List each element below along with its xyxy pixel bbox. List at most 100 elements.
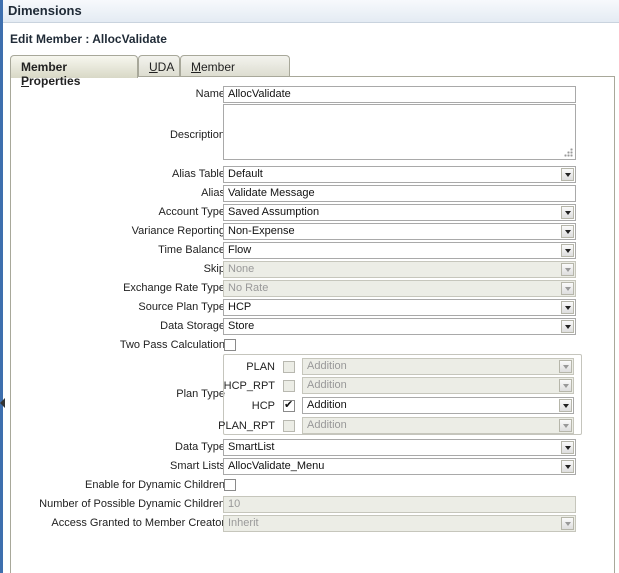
chevron-down-icon[interactable] — [561, 263, 574, 276]
smart-lists-value: AllocValidate_Menu — [228, 460, 325, 472]
tab-label: roperties — [29, 74, 81, 88]
dimensions-header: Dimensions — [3, 0, 619, 23]
chevron-down-icon[interactable] — [561, 206, 574, 219]
chevron-down-icon[interactable] — [561, 244, 574, 257]
plan-type-plan-checkbox[interactable] — [283, 361, 295, 373]
name-label: Name — [195, 88, 225, 100]
smart-lists-label: Smart Lists — [169, 460, 225, 472]
plan-type-item-plan: PLAN Addition — [224, 358, 583, 376]
variance-reporting-row: Variance Reporting Non-Expense — [10, 223, 615, 241]
plan-type-group: PLAN Addition HCP_RPT Addition HCP Addit… — [218, 354, 583, 435]
chevron-down-icon[interactable] — [559, 419, 572, 432]
chevron-down-icon[interactable] — [561, 301, 574, 314]
tab-label-mnemonic: P — [21, 74, 30, 88]
data-type-select[interactable]: SmartList — [223, 439, 576, 456]
alias-field[interactable]: Validate Message — [223, 185, 576, 202]
chevron-down-icon[interactable] — [561, 225, 574, 238]
source-plan-type-select[interactable]: HCP — [223, 299, 576, 316]
smart-lists-select[interactable]: AllocValidate_Menu — [223, 458, 576, 475]
chevron-down-icon[interactable] — [559, 379, 572, 392]
tab-uda[interactable]: UDA — [138, 55, 180, 77]
source-plan-type-label: Source Plan Type — [138, 301, 225, 313]
chevron-down-icon[interactable] — [561, 168, 574, 181]
plan-type-name: PLAN — [246, 361, 275, 373]
num-dynamic-children-label: Number of Possible Dynamic Children — [39, 498, 225, 510]
plan-type-hcp-checkbox[interactable] — [283, 398, 295, 412]
description-row: Description — [10, 104, 615, 162]
description-textarea[interactable] — [223, 104, 576, 160]
skip-row: Skip None — [10, 261, 615, 279]
chevron-down-icon[interactable] — [561, 282, 574, 295]
alias-row: Alias Validate Message — [10, 185, 615, 203]
variance-reporting-value: Non-Expense — [228, 225, 295, 237]
exchange-rate-type-row: Exchange Rate Type No Rate — [10, 280, 615, 298]
two-pass-checkbox[interactable] — [224, 339, 236, 351]
tab-label: Member — [21, 60, 68, 74]
consolidation-value: Addition — [307, 360, 347, 372]
dynamic-children-checkbox[interactable] — [224, 479, 236, 491]
chevron-down-icon[interactable] — [561, 320, 574, 333]
consolidation-value: Addition — [307, 399, 347, 411]
page-title: Dimensions — [8, 3, 82, 18]
time-balance-select[interactable]: Flow — [223, 242, 576, 259]
source-plan-type-row: Source Plan Type HCP — [10, 299, 615, 317]
two-pass-label: Two Pass Calculation — [119, 339, 225, 351]
chevron-down-icon[interactable] — [561, 441, 574, 454]
alias-table-select[interactable]: Default — [223, 166, 576, 183]
chevron-down-icon[interactable] — [559, 360, 572, 373]
account-type-label: Account Type — [158, 206, 225, 218]
edit-member-title: Edit Member : AllocValidate — [10, 32, 167, 46]
time-balance-value: Flow — [228, 244, 252, 256]
chevron-down-icon[interactable] — [561, 460, 574, 473]
tab-member-properties[interactable]: Member Properties — [10, 55, 138, 88]
plan-type-label: Plan Type — [176, 388, 225, 400]
plan-type-item-hcp-rpt: HCP_RPT Addition — [224, 377, 583, 395]
time-balance-row: Time Balance Flow — [10, 242, 615, 260]
alias-table-value: Default — [228, 168, 263, 180]
plan-type-hcp-consolidation-select[interactable]: Addition — [302, 397, 574, 414]
data-type-label: Data Type — [175, 441, 225, 453]
access-granted-select[interactable]: Inherit — [223, 515, 576, 532]
arrow-left-icon[interactable] — [0, 398, 5, 408]
plan-type-hcp-rpt-checkbox[interactable] — [283, 380, 295, 392]
exchange-rate-type-value: No Rate — [228, 282, 269, 294]
access-granted-label: Access Granted to Member Creator — [51, 517, 225, 529]
left-panel-edge — [0, 0, 3, 573]
tab-member-formula[interactable]: Member Formula — [180, 55, 290, 88]
two-pass-row: Two Pass Calculation — [10, 337, 615, 355]
chevron-down-icon[interactable] — [559, 399, 572, 412]
skip-select[interactable]: None — [223, 261, 576, 278]
account-type-value: Saved Assumption — [228, 206, 320, 218]
data-storage-select[interactable]: Store — [223, 318, 576, 335]
plan-type-plan-rpt-checkbox[interactable] — [283, 420, 295, 432]
consolidation-value: Addition — [307, 379, 347, 391]
access-granted-row: Access Granted to Member Creator Inherit — [10, 515, 615, 533]
plan-type-hcp-rpt-consolidation-select[interactable]: Addition — [302, 377, 574, 394]
data-storage-row: Data Storage Store — [10, 318, 615, 336]
name-row: Name AllocValidate — [10, 86, 615, 104]
alias-table-label: Alias Table — [172, 168, 225, 180]
dynamic-children-row: Enable for Dynamic Children — [10, 477, 615, 495]
name-field[interactable]: AllocValidate — [223, 86, 576, 103]
plan-type-name: HCP — [251, 400, 275, 412]
tab-label: DA — [157, 60, 175, 74]
plan-type-plan-consolidation-select[interactable]: Addition — [302, 358, 574, 375]
alias-label: Alias — [201, 187, 225, 199]
plan-type-plan-rpt-consolidation-select[interactable]: Addition — [302, 417, 574, 434]
data-type-value: SmartList — [228, 441, 275, 453]
plan-type-item-plan-rpt: PLAN_RPT Addition — [218, 417, 583, 435]
variance-reporting-select[interactable]: Non-Expense — [223, 223, 576, 240]
num-dynamic-children-row: Number of Possible Dynamic Children 10 — [10, 496, 615, 514]
plan-type-name: PLAN_RPT — [218, 420, 275, 432]
account-type-select[interactable]: Saved Assumption — [223, 204, 576, 221]
tab-label-mnemonic: U — [149, 60, 158, 74]
num-dynamic-children-field[interactable]: 10 — [223, 496, 576, 513]
dynamic-children-label: Enable for Dynamic Children — [84, 479, 225, 491]
exchange-rate-type-select[interactable]: No Rate — [223, 280, 576, 297]
skip-label: Skip — [203, 263, 225, 275]
data-type-row: Data Type SmartList — [10, 439, 615, 457]
smart-lists-row: Smart Lists AllocValidate_Menu — [10, 458, 615, 476]
chevron-down-icon[interactable] — [561, 517, 574, 530]
resize-grip-icon[interactable] — [564, 148, 573, 157]
plan-type-item-hcp: HCP Addition — [224, 397, 583, 415]
